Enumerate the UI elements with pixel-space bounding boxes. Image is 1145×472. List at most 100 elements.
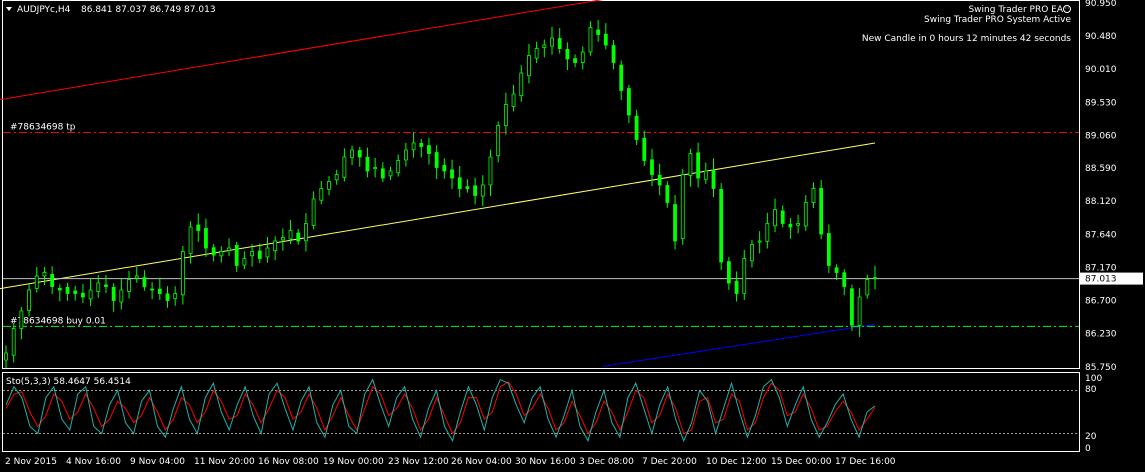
stoch-label: Sto(5,3,3) 58.4647 56.4514 — [6, 377, 131, 387]
candle-body — [857, 296, 862, 326]
candle-body — [511, 93, 516, 107]
stoch-axis-100: 100 — [1085, 374, 1102, 384]
candle-body — [204, 228, 208, 249]
take-profit-label: #78634698 tp — [10, 123, 76, 133]
candle-body — [65, 286, 70, 294]
candle-body — [411, 142, 416, 151]
candle-body — [680, 174, 685, 239]
candle-body — [127, 279, 131, 292]
price-tick: 86.700 — [1085, 297, 1117, 307]
price-axis: 90.950 90.480 90.010 89.530 89.060 88.59… — [1085, 0, 1117, 373]
candle-body — [850, 288, 854, 326]
candle-body — [350, 149, 354, 158]
price-tick: 87.170 — [1085, 264, 1117, 274]
candle-body — [27, 289, 31, 311]
candle-body — [427, 145, 431, 154]
candle-body — [19, 310, 24, 329]
channel-lower-line[interactable] — [602, 323, 876, 367]
candle-body — [273, 240, 278, 252]
candle-body — [250, 251, 254, 257]
stoch-main-line[interactable] — [5, 378, 876, 443]
candle-body — [265, 247, 270, 258]
candle-body — [834, 267, 839, 273]
candle-body — [719, 189, 724, 263]
smiley-eye-icon — [1065, 7, 1067, 9]
candle-body — [642, 137, 647, 161]
candlestick-series[interactable] — [4, 20, 877, 369]
candle-body — [304, 223, 308, 242]
price-tick: 90.950 — [1085, 0, 1117, 9]
candle-body — [757, 240, 762, 243]
candle-body — [296, 232, 301, 242]
candle-body — [34, 275, 39, 289]
indicator-panel-frame — [2, 372, 1080, 452]
candle-body — [173, 293, 178, 300]
candle-body — [550, 37, 554, 47]
candle-body — [611, 45, 616, 63]
candle-body — [596, 29, 601, 35]
time-tick: 4 Nov 16:00 — [66, 457, 121, 467]
time-tick: 11 Nov 20:00 — [194, 457, 255, 467]
candle-body — [242, 258, 247, 266]
candle-body — [696, 152, 701, 179]
candle-body — [534, 48, 539, 59]
candle-body — [319, 188, 324, 201]
candle-body — [442, 164, 447, 172]
candle-body — [819, 187, 824, 235]
candle-body — [796, 223, 800, 226]
candle-body — [50, 274, 55, 287]
time-axis: 2 Nov 2015 4 Nov 16:00 9 Nov 04:00 11 No… — [5, 457, 896, 467]
time-tick: 19 Nov 00:00 — [323, 457, 384, 467]
smiley-eye-icon — [1067, 7, 1069, 9]
candle-body — [311, 198, 316, 226]
candle-body — [334, 174, 339, 181]
candle-body — [603, 33, 608, 46]
candle-body — [811, 188, 816, 203]
candle-body — [542, 44, 547, 49]
candle-body — [165, 293, 170, 301]
time-tick: 16 Nov 08:00 — [258, 457, 319, 467]
candle-body — [419, 143, 424, 147]
candle-body — [457, 177, 462, 189]
candle-body — [773, 209, 777, 227]
price-tick: 86.230 — [1085, 329, 1117, 339]
candle-body — [650, 159, 654, 175]
buy-order-label: #78634698 buy 0.01 — [10, 316, 106, 326]
candle-body — [219, 251, 224, 257]
price-tick: 88.120 — [1085, 197, 1117, 207]
candle-body — [803, 202, 808, 227]
candle-body — [750, 244, 754, 262]
time-tick: 7 Dec 20:00 — [642, 457, 697, 467]
triangle-down-icon[interactable] — [6, 7, 12, 11]
candle-body — [865, 279, 870, 296]
candle-body — [588, 27, 593, 53]
candle-body — [81, 292, 85, 298]
time-tick: 3 Dec 08:00 — [579, 457, 634, 467]
smiley-icon — [1063, 5, 1071, 13]
candle-body — [234, 245, 239, 266]
candle-body — [357, 150, 362, 158]
current-price-label: 87.013 — [1085, 275, 1117, 285]
price-tick: 89.060 — [1085, 131, 1117, 141]
candle-body — [288, 230, 293, 240]
candle-body — [257, 250, 262, 259]
candle-body — [134, 275, 139, 279]
candle-body — [619, 64, 624, 91]
candle-body — [73, 290, 78, 294]
candle-body — [57, 287, 62, 291]
candle-body — [557, 38, 562, 49]
candle-body — [673, 204, 677, 242]
candle-body — [388, 170, 393, 177]
time-tick: 26 Nov 04:00 — [451, 457, 512, 467]
candle-body — [465, 186, 470, 189]
time-tick: 17 Dec 16:00 — [835, 457, 896, 467]
ohlc-readout: 86.841 87.037 86.749 87.013 — [81, 5, 216, 15]
price-tick: 89.530 — [1085, 98, 1117, 108]
price-tick: 88.590 — [1085, 164, 1117, 174]
candle-body — [373, 167, 378, 169]
candle-body — [396, 160, 401, 174]
candle-body — [627, 88, 631, 116]
trading-chart[interactable]: #78634698 tp #78634698 buy 0.01 AUDJPYc,… — [0, 0, 1145, 472]
candle-body — [42, 272, 47, 277]
candle-body — [488, 156, 493, 186]
